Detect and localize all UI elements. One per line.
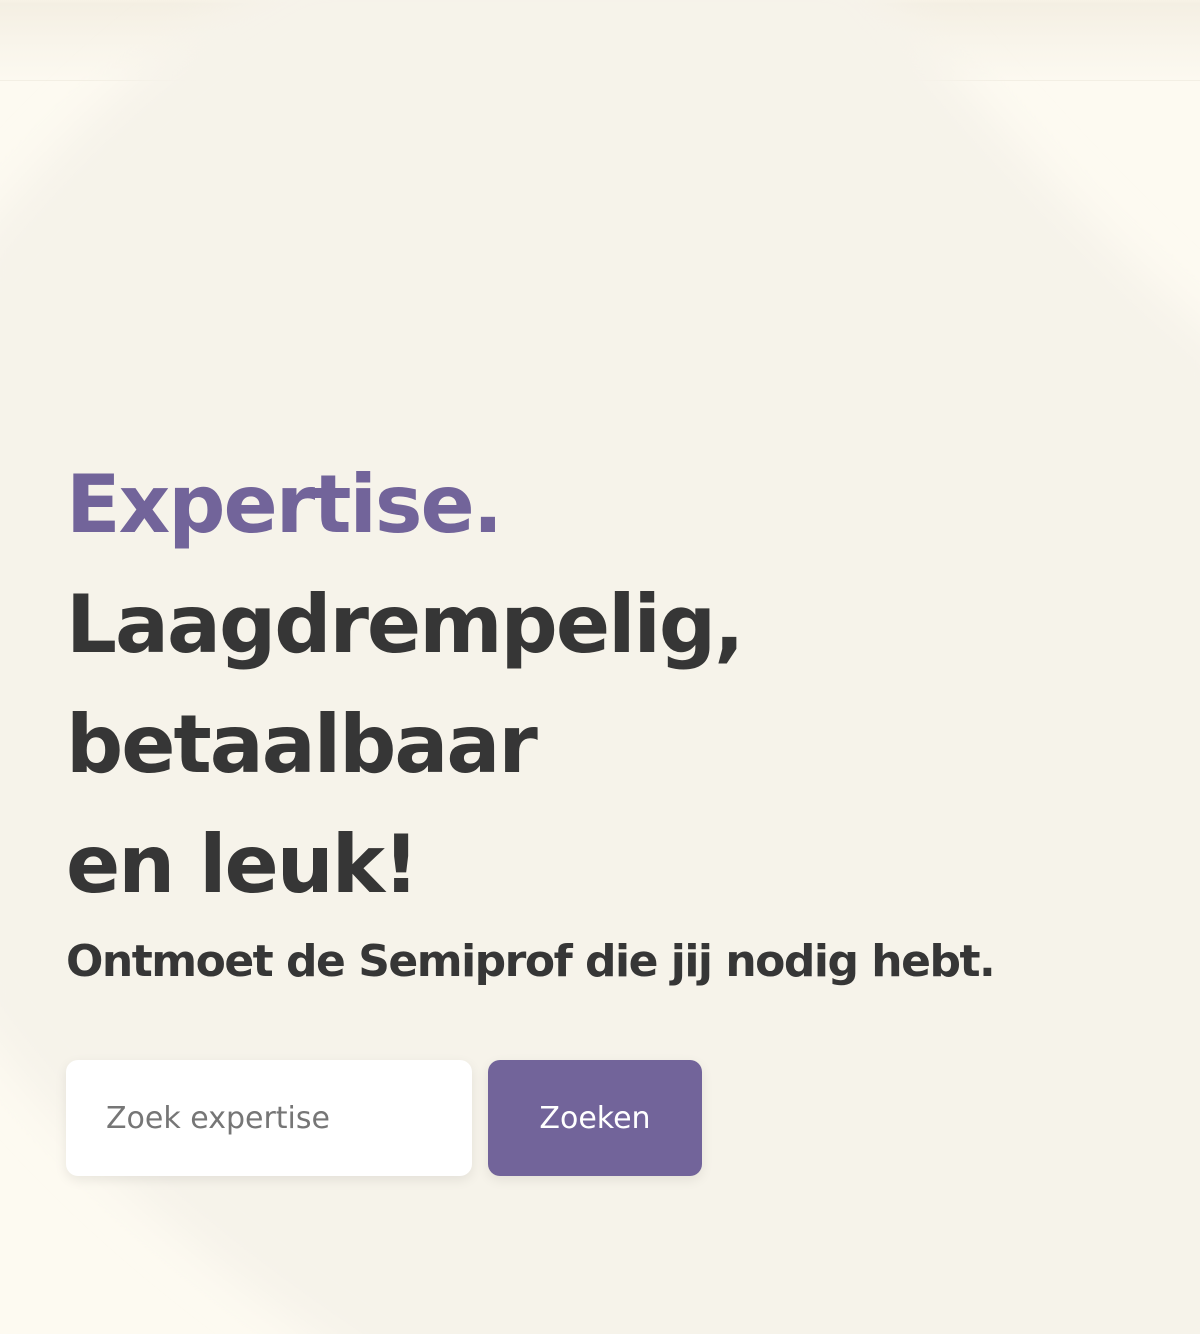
search-input[interactable] [66,1060,472,1176]
hero-line-3: en leuk! [66,818,419,911]
hero-accent-text: Expertise. [66,458,503,551]
hero-line-1: Laagdrempelig, [66,578,745,671]
hero-subheading: Ontmoet de Semiprof die jij nodig hebt. [66,936,996,987]
hero-line-2: betaalbaar [66,698,538,791]
hero-heading: Expertise. Laagdrempelig, betaalbaar en … [66,445,1186,925]
search-button[interactable]: Zoeken [488,1060,702,1176]
